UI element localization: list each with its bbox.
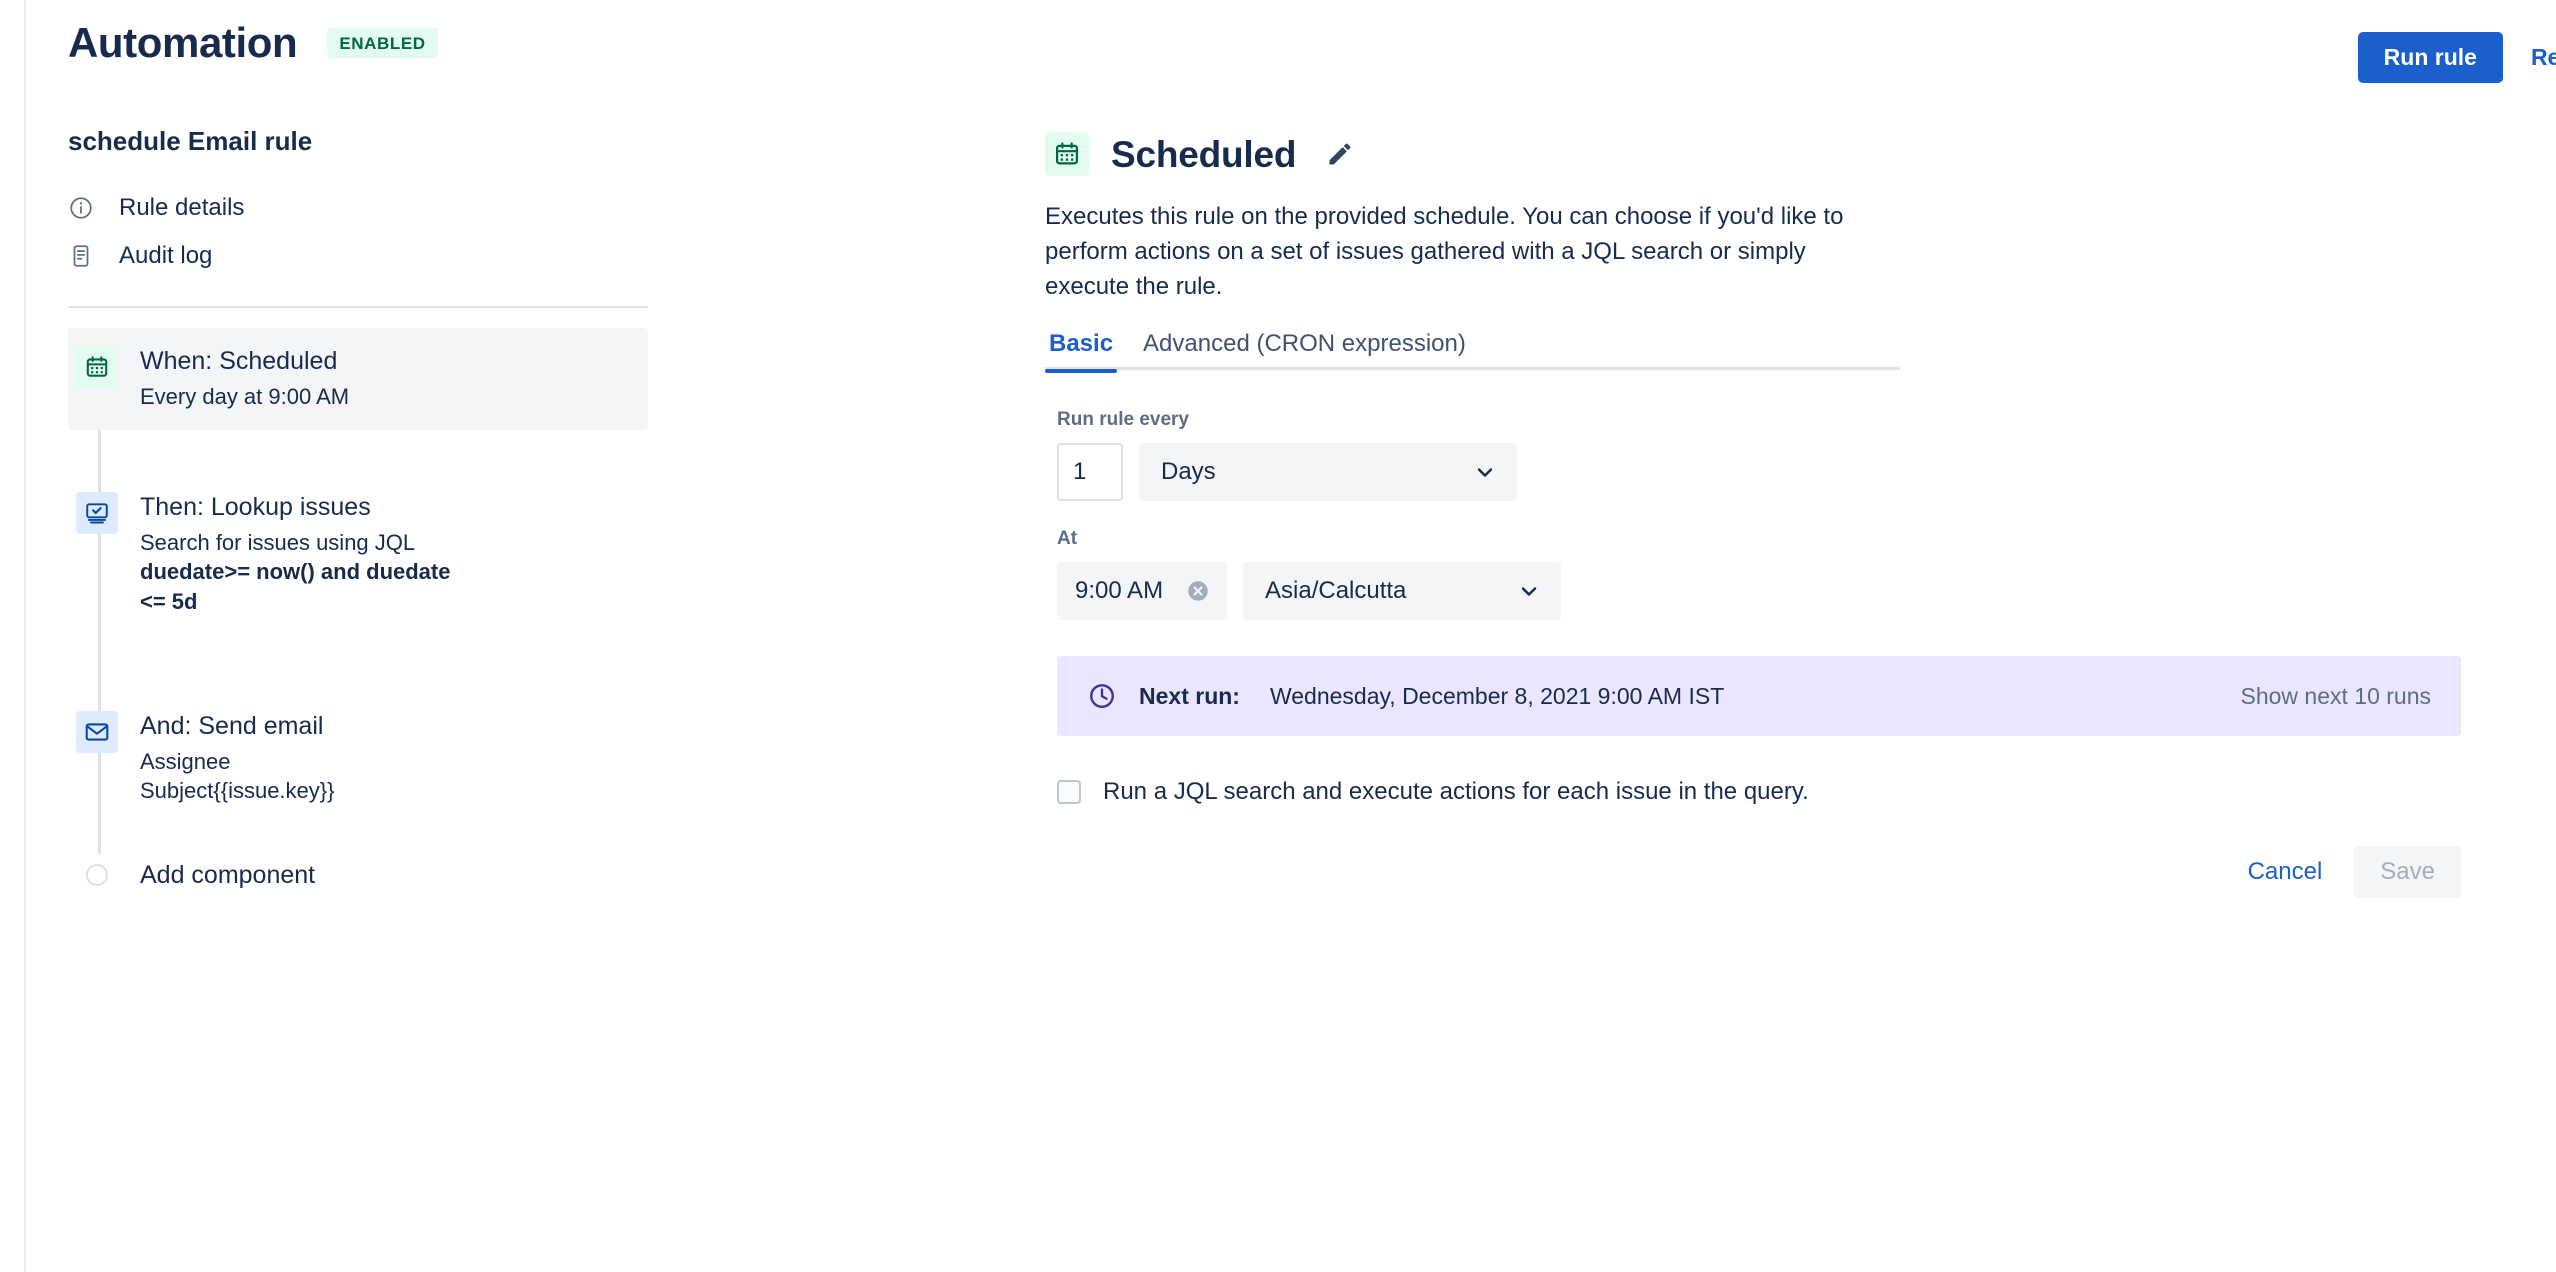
run-rule-every-row: Days	[1057, 443, 2445, 502]
sidebar-item-rule-details[interactable]: Rule details	[68, 184, 648, 232]
sidebar-item-audit-log[interactable]: Audit log	[68, 232, 648, 280]
sidebar-item-label: Rule details	[119, 194, 245, 221]
panel-title: Scheduled	[1111, 133, 1297, 175]
component-body: Then: Lookup issues Search for issues us…	[140, 490, 470, 617]
header-actions: Run rule Ret	[2357, 32, 2556, 84]
sidebar-item-label: Audit log	[119, 242, 213, 269]
add-component-label: Add component	[140, 860, 316, 889]
rule-sidebar: schedule Email rule Rule details Audit l…	[68, 126, 648, 897]
next-run-label: Next run:	[1139, 682, 1240, 709]
tab-basic[interactable]: Basic	[1045, 332, 1118, 374]
calendar-icon	[1045, 132, 1089, 176]
calendar-icon	[76, 346, 118, 388]
component-subtitle: Every day at 9:00 AM	[140, 384, 350, 409]
lookup-issues-icon	[76, 491, 118, 534]
time-value: 9:00 AM	[1075, 577, 1164, 605]
next-run-banner: Next run: Wednesday, December 8, 2021 9:…	[1057, 656, 2461, 737]
config-tabs: Basic Advanced (CRON expression)	[1045, 332, 1900, 374]
envelope-icon	[76, 710, 118, 753]
tabs-row: Basic Advanced (CRON expression)	[1045, 332, 1900, 374]
clock-icon	[1087, 681, 1117, 711]
time-input[interactable]: 9:00 AM	[1057, 562, 1227, 621]
chevron-down-icon	[1517, 579, 1541, 603]
next-run-value: Wednesday, December 8, 2021 9:00 AM IST	[1269, 682, 1725, 709]
component-subtitle-line1: Assignee	[140, 748, 231, 774]
page-title: Automation	[68, 19, 298, 66]
component-title: When: Scheduled	[140, 347, 338, 375]
chevron-down-icon	[1473, 460, 1497, 484]
timezone-select[interactable]: Asia/Calcutta	[1243, 562, 1561, 621]
tree-gap	[68, 635, 648, 693]
interval-unit-select[interactable]: Days	[1139, 443, 1517, 502]
save-button[interactable]: Save	[2354, 846, 2461, 899]
component-title: Then: Lookup issues	[140, 492, 371, 521]
component-body: When: Scheduled Every day at 9:00 AM	[140, 344, 349, 412]
timezone-value: Asia/Calcutta	[1265, 577, 1407, 605]
interval-unit-value: Days	[1161, 458, 1216, 486]
status-badge: ENABLED	[327, 28, 438, 58]
schedule-form: Run rule every Days At 9:00 AM	[1057, 409, 2461, 899]
rule-name: schedule Email rule	[68, 126, 313, 156]
component-body: And: Send email Assignee Subject{{issue.…	[140, 709, 334, 806]
run-rule-button[interactable]: Run rule	[2357, 32, 2503, 84]
form-gap	[1057, 501, 2445, 529]
at-row: 9:00 AM Asia/Calcutta	[1057, 562, 2445, 621]
panel-description: Executes this rule on the provided sched…	[1045, 203, 1844, 300]
interval-input[interactable]	[1057, 443, 1123, 502]
circle-icon	[76, 854, 118, 897]
automation-page: Automation ENABLED Run rule Ret schedule…	[0, 0, 2556, 1272]
jql-search-checkbox-row[interactable]: Run a JQL search and execute actions for…	[1057, 778, 2445, 806]
component-when-scheduled[interactable]: When: Scheduled Every day at 9:00 AM	[68, 328, 648, 430]
sidebar-divider	[68, 306, 648, 308]
cancel-button[interactable]: Cancel	[2230, 848, 2341, 896]
component-jql: duedate>= now() and duedate <= 5d	[140, 559, 451, 615]
form-actions: Cancel Save	[1057, 846, 2461, 899]
add-component-button[interactable]: Add component	[68, 854, 648, 897]
left-edge-divider	[24, 0, 26, 1272]
rule-component-tree: When: Scheduled Every day at 9:00 AM The	[68, 328, 648, 897]
run-rule-every-label: Run rule every	[1057, 409, 1189, 431]
show-next-runs-link[interactable]: Show next 10 runs	[2240, 684, 2431, 708]
panel-header: Scheduled	[1045, 132, 2445, 176]
trigger-config-panel: Scheduled Executes this rule on the prov…	[1045, 132, 2461, 899]
tab-advanced-cron[interactable]: Advanced (CRON expression)	[1139, 332, 1470, 370]
component-title: And: Send email	[140, 711, 324, 740]
component-and-send-email[interactable]: And: Send email Assignee Subject{{issue.…	[68, 693, 648, 824]
at-label: At	[1057, 528, 1078, 550]
return-link[interactable]: Ret	[2531, 44, 2556, 70]
jql-search-checkbox-label: Run a JQL search and execute actions for…	[1103, 778, 1809, 806]
jql-search-checkbox[interactable]	[1057, 780, 1081, 805]
clear-icon[interactable]	[1185, 578, 1211, 604]
component-then-lookup-issues[interactable]: Then: Lookup issues Search for issues us…	[68, 474, 648, 635]
edit-pencil-icon[interactable]	[1324, 138, 1356, 170]
component-subtitle-line2: Subject{{issue.key}}	[140, 778, 335, 804]
tree-gap	[68, 430, 648, 474]
page-header: Automation ENABLED	[68, 22, 438, 64]
component-subtitle: Search for issues using JQL	[140, 529, 416, 555]
info-icon	[68, 195, 94, 221]
document-icon	[68, 243, 94, 269]
